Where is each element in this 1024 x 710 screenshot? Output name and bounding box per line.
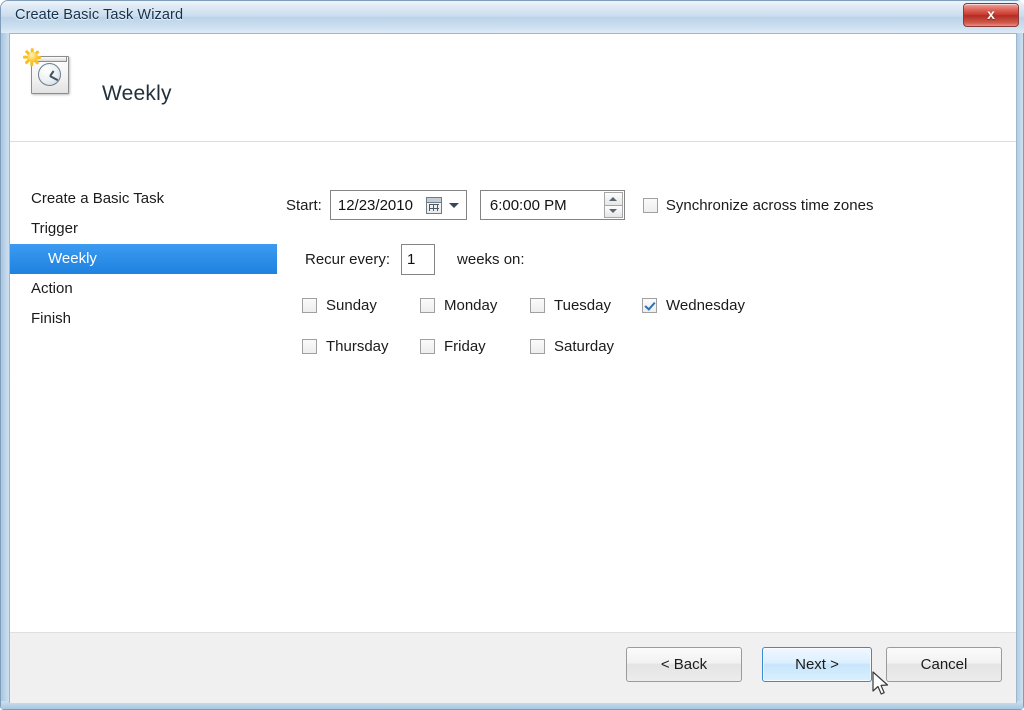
checkbox-box[interactable] [302,339,317,354]
checkbox-thursday[interactable]: Thursday [302,338,420,355]
window-title: Create Basic Task Wizard [15,7,184,23]
start-time-value: 6:00:00 PM [489,196,567,214]
start-time-input[interactable]: 6:00:00 PM [479,190,625,220]
cancel-button[interactable]: Cancel [886,647,1002,682]
weekday-row-1: Sunday Monday Tuesday Wednesday [302,297,745,314]
chevron-down-icon[interactable] [448,203,459,208]
spinner-up-icon[interactable] [603,192,623,206]
checkbox-box[interactable] [530,339,545,354]
sidebar-item-label: Trigger [31,220,78,237]
wizard-step-list: Create a Basic Task Trigger Weekly Actio… [10,142,277,633]
checkbox-box[interactable] [420,339,435,354]
weeks-on-label: weeks on: [457,251,525,268]
close-button[interactable]: x [963,3,1019,27]
sidebar-item-trigger[interactable]: Trigger [10,214,277,244]
start-date-input[interactable]: 12/23/2010 [329,190,467,220]
calendar-icon[interactable] [425,197,442,214]
checkbox-box[interactable] [530,298,545,313]
sidebar-item-finish[interactable]: Finish [10,304,277,334]
next-button[interactable]: Next > [762,647,872,682]
checkbox-wednesday[interactable]: Wednesday [642,297,745,314]
weekday-row-2: Thursday Friday Saturday [302,338,614,355]
checkbox-label: Sunday [326,297,377,314]
checkbox-friday[interactable]: Friday [420,338,530,355]
spinner-down-icon[interactable] [603,205,623,218]
window-frame-left [1,33,9,709]
body-area: Create a Basic Task Trigger Weekly Actio… [10,142,1016,633]
checkbox-label: Thursday [326,338,389,355]
recur-row: Recur every: 1 weeks on: [305,244,525,275]
checkbox-monday[interactable]: Monday [420,297,530,314]
recur-every-label: Recur every: [305,251,391,268]
recur-weeks-input[interactable]: 1 [401,244,436,275]
checkbox-sunday[interactable]: Sunday [302,297,420,314]
sun-icon [23,48,42,67]
back-button[interactable]: < Back [626,647,742,682]
sidebar-item-label: Create a Basic Task [31,190,165,207]
sidebar-item-create-a-basic-task[interactable]: Create a Basic Task [10,184,277,214]
title-bar[interactable]: Create Basic Task Wizard x [1,1,1024,33]
checkbox-tuesday[interactable]: Tuesday [530,297,642,314]
checkbox-label: Monday [444,297,498,314]
checkbox-box[interactable] [302,298,317,313]
checkbox-label: Wednesday [666,297,745,314]
start-row: Start: 12/23/2010 6:00:00 PM Synchronize… [286,190,873,220]
sidebar-item-label: Weekly [48,250,97,267]
checkbox-box[interactable] [642,197,658,213]
client-area: Weekly Create a Basic Task Trigger Weekl… [9,33,1017,703]
checkbox-label: Saturday [554,338,615,355]
sync-across-time-zones-label: Synchronize across time zones [665,196,874,214]
sidebar-item-label: Finish [31,310,72,327]
time-spinner[interactable] [603,192,623,218]
footer-bar: < Back Next > Cancel [10,632,1016,703]
checkbox-label: Tuesday [554,297,611,314]
header-banner: Weekly [10,34,1016,142]
settings-panel: Start: 12/23/2010 6:00:00 PM Synchronize… [277,142,1016,633]
start-label: Start: [286,196,322,214]
checkbox-label: Friday [444,338,486,355]
sidebar-item-label: Action [31,280,73,297]
page-title: Weekly [102,82,172,105]
checkbox-box[interactable] [642,298,657,313]
checkbox-box[interactable] [420,298,435,313]
sidebar-item-weekly[interactable]: Weekly [10,244,277,274]
start-date-value: 12/23/2010 [337,196,413,214]
close-icon: x [987,6,995,22]
checkbox-saturday[interactable]: Saturday [530,338,614,355]
calendar-clock-icon [23,48,72,96]
sidebar-item-action[interactable]: Action [10,274,277,304]
sync-across-time-zones-checkbox[interactable]: Synchronize across time zones [642,196,874,214]
wizard-window: Create Basic Task Wizard x Weekly Create… [0,0,1024,710]
